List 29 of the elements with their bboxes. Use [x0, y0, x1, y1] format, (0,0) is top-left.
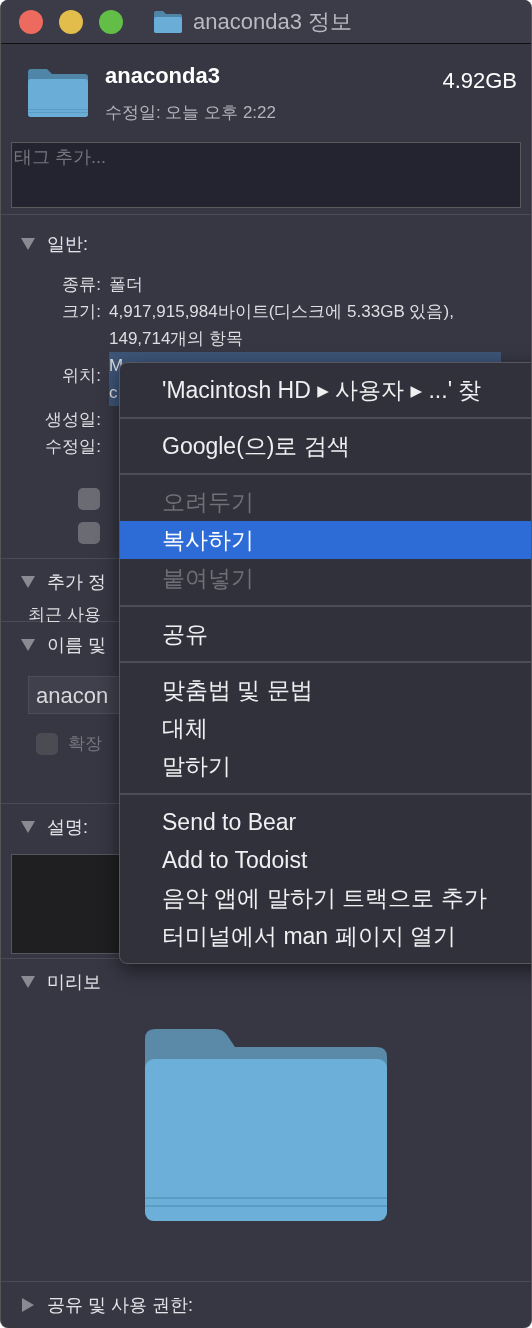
menu-item[interactable]: 터미널에서 man 페이지 열기 [120, 917, 531, 955]
section-title: 일반: [47, 233, 88, 256]
section-title: 공유 및 사용 권한: [47, 1294, 193, 1317]
window-title: anaconda3 정보 [193, 7, 352, 36]
file-name: anaconda3 [105, 62, 221, 89]
field-label: 최근 사용 [27, 604, 102, 626]
field-label: 크기: [61, 301, 101, 323]
section-title: 미리보 [47, 971, 101, 994]
menu-item[interactable]: Add to Todoist [120, 841, 531, 879]
field-value: 4,917,915,984바이트(디스크에 5.33GB 있음), 149,714개의 항목 [109, 301, 455, 350]
menu-item[interactable]: Google(으)로 검색 [120, 427, 531, 465]
menu-item[interactable]: 'Macintosh HD ▸ 사용자 ▸ ...' 찾 [120, 371, 531, 409]
section-title: 이름 및 [47, 634, 106, 657]
field-label: 종류: [61, 274, 101, 296]
section-title: 설명: [47, 816, 88, 839]
field-value: 폴더 [109, 274, 144, 296]
modified-date: 수정일: 오늘 오후 2:22 [105, 101, 277, 124]
menu-item[interactable]: Send to Bear [120, 803, 531, 841]
file-size: 4.92GB [442, 68, 517, 94]
menu-item[interactable]: 복사하기 [120, 521, 531, 559]
checkbox-label: 확장 [68, 733, 102, 755]
section-title: 추가 정 [47, 571, 106, 594]
menu-item[interactable]: 음악 앱에 말하기 트랙으로 추가 [120, 879, 531, 917]
field-label: 생성일: [44, 409, 101, 431]
menu-item[interactable]: 말하기 [120, 747, 531, 785]
field-label: 수정일: [44, 436, 101, 458]
tags-field[interactable]: 태그 추가... [11, 142, 521, 208]
field-label: 위치: [61, 365, 101, 387]
menu-item[interactable]: 공유 [120, 615, 531, 653]
